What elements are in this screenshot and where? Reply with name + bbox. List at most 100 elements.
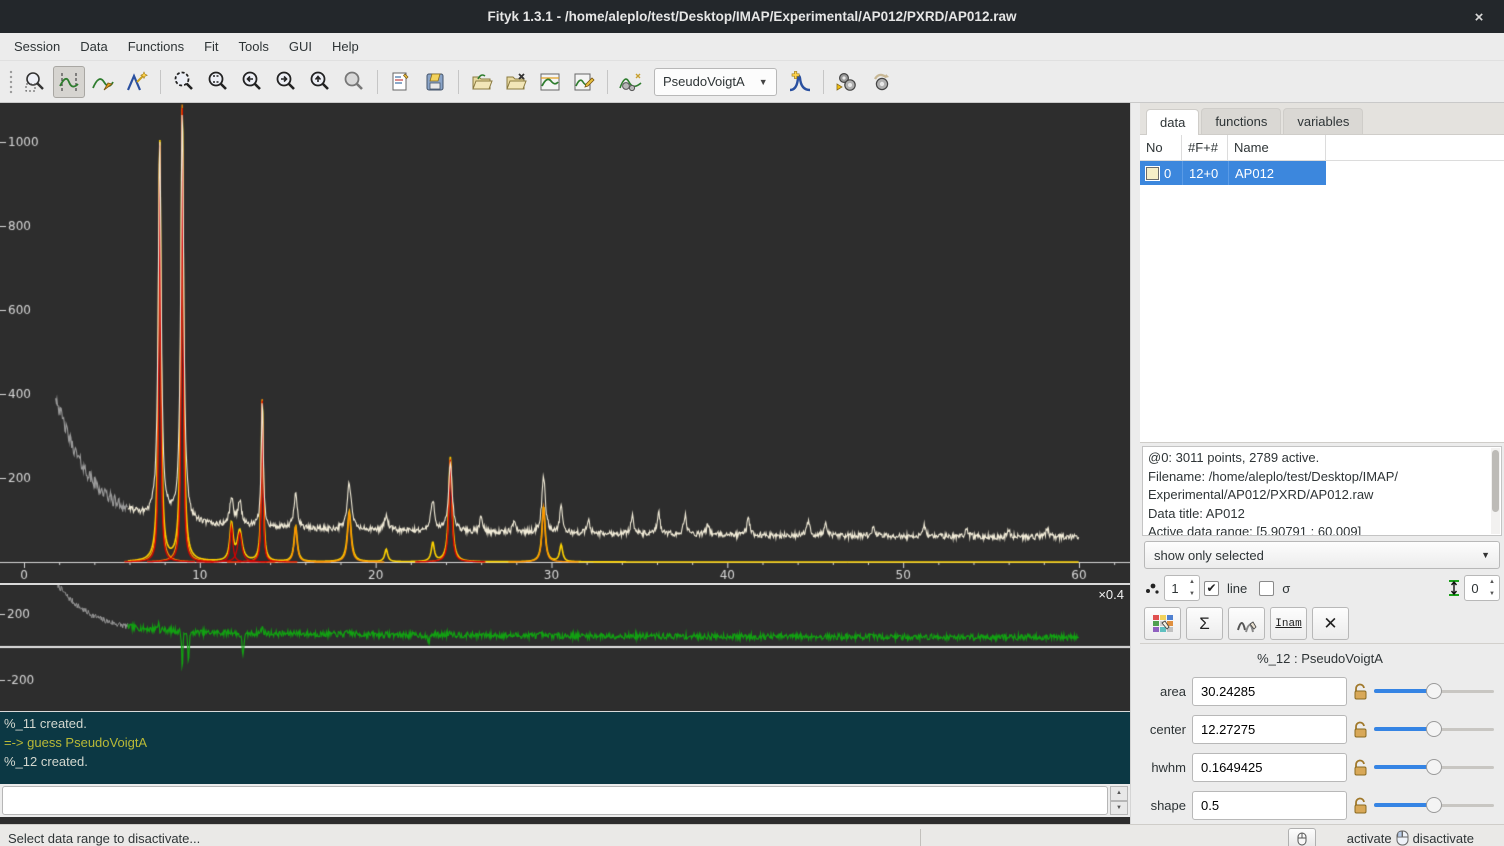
sigma-checkbox[interactable] bbox=[1259, 581, 1274, 596]
zoom-vertical-button[interactable] bbox=[202, 66, 234, 98]
zoom-left-button[interactable] bbox=[236, 66, 268, 98]
param-label: shape bbox=[1142, 798, 1186, 813]
lock-open-icon[interactable] bbox=[1353, 683, 1368, 700]
output-console[interactable]: %_11 created. =-> guess PseudoVoigtA %_1… bbox=[0, 711, 1130, 784]
display-mode-dropdown[interactable]: show only selected ▼ bbox=[1144, 541, 1500, 569]
background-mode-button[interactable] bbox=[87, 66, 119, 98]
menu-help[interactable]: Help bbox=[322, 35, 369, 58]
sum-button[interactable]: Σ bbox=[1186, 607, 1223, 640]
param-label: area bbox=[1142, 684, 1186, 699]
spin-down-icon[interactable]: ▼ bbox=[1485, 588, 1499, 600]
param-area-input[interactable] bbox=[1192, 677, 1347, 706]
dataset-functions-cell[interactable]: 12+0 bbox=[1182, 161, 1228, 185]
delete-button[interactable]: ✕ bbox=[1312, 607, 1349, 640]
info-scrollbar[interactable] bbox=[1491, 448, 1500, 534]
data-grid-icon bbox=[1152, 614, 1174, 634]
menu-functions[interactable]: Functions bbox=[118, 35, 194, 58]
status-hint: Select data range to disactivate... bbox=[0, 831, 200, 846]
dataset-color-checkbox[interactable] bbox=[1146, 167, 1159, 180]
data-editor-button[interactable] bbox=[1144, 607, 1181, 640]
menu-gui[interactable]: GUI bbox=[279, 35, 322, 58]
toolbar-separator bbox=[458, 70, 459, 94]
tab-data[interactable]: data bbox=[1146, 109, 1199, 135]
param-hwhm-input[interactable] bbox=[1192, 753, 1347, 782]
session-gear-icon bbox=[423, 70, 447, 94]
shift-spinner[interactable]: 0 ▲▼ bbox=[1464, 575, 1500, 601]
zoom-all-button[interactable] bbox=[168, 66, 200, 98]
edit-data-button[interactable] bbox=[534, 66, 566, 98]
console-line: %_11 created. bbox=[4, 714, 1126, 733]
run-fit-button[interactable] bbox=[831, 66, 863, 98]
spin-up-icon[interactable]: ▲ bbox=[1185, 576, 1199, 588]
line-checkbox[interactable]: ✔ bbox=[1204, 581, 1219, 596]
column-header-functions[interactable]: #F+# bbox=[1182, 135, 1228, 160]
param-hwhm-slider[interactable] bbox=[1374, 759, 1494, 775]
load-data-custom-button[interactable] bbox=[500, 66, 532, 98]
lock-open-icon[interactable] bbox=[1353, 797, 1368, 814]
lock-open-icon[interactable] bbox=[1353, 721, 1368, 738]
param-shape-slider[interactable] bbox=[1374, 797, 1494, 813]
window-title: Fityk 1.3.1 - /home/aleplo/test/Desktop/… bbox=[488, 9, 1017, 24]
panel-splitter[interactable] bbox=[1130, 103, 1140, 824]
table-row[interactable]: 0 12+0 AP012 bbox=[1140, 161, 1504, 185]
history-up-icon[interactable]: ▲ bbox=[1110, 786, 1128, 801]
zoom-select-mode-button[interactable] bbox=[19, 66, 51, 98]
functions-copy-icon bbox=[1236, 614, 1258, 634]
load-data-button[interactable] bbox=[466, 66, 498, 98]
command-input[interactable] bbox=[2, 786, 1108, 815]
point-size-spinner[interactable]: 1 ▲▼ bbox=[1164, 575, 1200, 601]
lock-open-icon[interactable] bbox=[1353, 759, 1368, 776]
param-center-input[interactable] bbox=[1192, 715, 1347, 744]
scrollbar-thumb[interactable] bbox=[1492, 450, 1499, 512]
mouse-icon bbox=[1396, 830, 1409, 846]
function-tools-button[interactable] bbox=[615, 66, 647, 98]
param-center-slider[interactable] bbox=[1374, 721, 1494, 737]
zoom-previous-button[interactable] bbox=[338, 66, 370, 98]
auto-add-peak-button[interactable] bbox=[784, 66, 816, 98]
dataset-name: AP012 bbox=[1235, 166, 1274, 181]
zoom-right-button[interactable] bbox=[270, 66, 302, 98]
session-settings-button[interactable] bbox=[419, 66, 451, 98]
data-range-mode-button[interactable] bbox=[53, 66, 85, 98]
sidebar: data functions variables No #F+# Name 0 bbox=[1140, 103, 1504, 824]
menu-fit[interactable]: Fit bbox=[194, 35, 228, 58]
zoom-up-button[interactable] bbox=[304, 66, 336, 98]
zoom-vertical-icon bbox=[206, 70, 230, 94]
fit-gears-icon bbox=[834, 70, 860, 94]
fit-options-button[interactable] bbox=[865, 66, 897, 98]
menu-data[interactable]: Data bbox=[70, 35, 117, 58]
mouse-config-icon bbox=[1295, 832, 1309, 846]
main-plot-canvas[interactable] bbox=[0, 103, 1130, 583]
toolbar-drag-handle[interactable] bbox=[7, 69, 15, 95]
param-row-area: area bbox=[1142, 672, 1498, 710]
param-shape-input[interactable] bbox=[1192, 791, 1347, 820]
spin-up-icon[interactable]: ▲ bbox=[1485, 576, 1499, 588]
console-line: =-> guess PseudoVoigtA bbox=[4, 733, 1126, 752]
save-data-button[interactable] bbox=[568, 66, 600, 98]
tab-variables[interactable]: variables bbox=[1283, 108, 1363, 134]
zoom-previous-icon bbox=[342, 70, 366, 94]
add-peak-mode-button[interactable] bbox=[121, 66, 153, 98]
background-curve-icon bbox=[91, 70, 115, 94]
mouse-hint-button[interactable] bbox=[1288, 828, 1316, 846]
menu-tools[interactable]: Tools bbox=[229, 35, 279, 58]
param-area-slider[interactable] bbox=[1374, 683, 1494, 699]
rename-button[interactable]: Inam bbox=[1270, 607, 1307, 640]
aux-plot-canvas[interactable] bbox=[0, 585, 1130, 711]
dataset-info-box[interactable]: @0: 3011 points, 2789 active. Filename: … bbox=[1142, 446, 1502, 536]
tab-functions[interactable]: functions bbox=[1201, 108, 1281, 134]
column-header-name[interactable]: Name bbox=[1228, 135, 1326, 160]
info-line: @0: 3011 points, 2789 active. bbox=[1148, 449, 1496, 468]
copy-function-button[interactable] bbox=[1228, 607, 1265, 640]
add-peak-wand-icon bbox=[125, 70, 149, 94]
spin-down-icon[interactable]: ▼ bbox=[1185, 588, 1199, 600]
open-folder-icon bbox=[470, 70, 494, 94]
history-down-icon[interactable]: ▼ bbox=[1110, 801, 1128, 816]
dataset-name-cell[interactable]: AP012 bbox=[1228, 161, 1326, 185]
column-header-no[interactable]: No bbox=[1140, 135, 1182, 160]
close-icon[interactable]: × bbox=[1468, 6, 1490, 28]
edit-script-button[interactable] bbox=[385, 66, 417, 98]
function-type-combo[interactable]: PseudoVoigtA ▼ bbox=[654, 68, 777, 96]
dataset-number-cell[interactable]: 0 bbox=[1140, 161, 1182, 185]
menu-session[interactable]: Session bbox=[4, 35, 70, 58]
